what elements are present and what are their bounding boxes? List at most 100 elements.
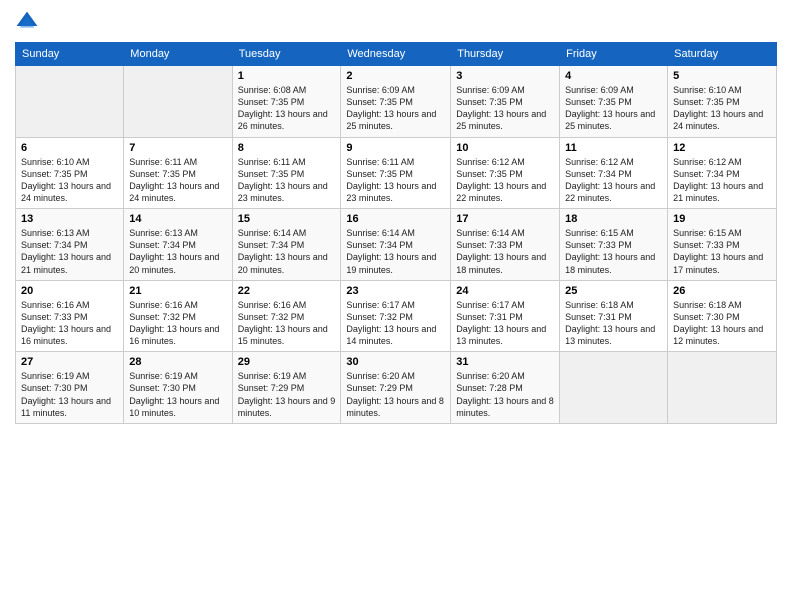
page: SundayMondayTuesdayWednesdayThursdayFrid… <box>0 0 792 612</box>
day-number: 22 <box>238 285 336 297</box>
calendar-cell: 4 Sunrise: 6:09 AM Sunset: 7:35 PM Daylig… <box>560 66 668 138</box>
day-number: 31 <box>456 356 554 368</box>
day-number: 8 <box>238 142 336 154</box>
calendar-cell: 1 Sunrise: 6:08 AM Sunset: 7:35 PM Daylig… <box>232 66 341 138</box>
calendar-cell: 7 Sunrise: 6:11 AM Sunset: 7:35 PM Daylig… <box>124 137 232 209</box>
logo-icon <box>15 10 39 34</box>
calendar: SundayMondayTuesdayWednesdayThursdayFrid… <box>15 42 777 424</box>
day-info: Sunrise: 6:16 AM Sunset: 7:33 PM Dayligh… <box>21 299 118 348</box>
day-number: 17 <box>456 213 554 225</box>
calendar-cell: 13 Sunrise: 6:13 AM Sunset: 7:34 PM Dayli… <box>16 209 124 281</box>
day-number: 28 <box>129 356 226 368</box>
day-info: Sunrise: 6:18 AM Sunset: 7:31 PM Dayligh… <box>565 299 662 348</box>
calendar-cell: 25Sunrise: 6:18 AM Sunset: 7:31 PM Dayli… <box>560 280 668 352</box>
day-info: Sunrise: 6:18 AM Sunset: 7:30 PM Dayligh… <box>673 299 771 348</box>
day-number: 5 <box>673 70 771 82</box>
calendar-cell: 28 Sunrise: 6:19 AM Sunset: 7:30 PM Dayli… <box>124 352 232 424</box>
calendar-week-1: 1 Sunrise: 6:08 AM Sunset: 7:35 PM Daylig… <box>16 66 777 138</box>
day-number: 14 <box>129 213 226 225</box>
day-number: 1 <box>238 70 336 82</box>
calendar-cell: 21Sunrise: 6:16 AM Sunset: 7:32 PM Dayli… <box>124 280 232 352</box>
day-info: Sunrise: 6:15 AM Sunset: 7:33 PM Dayligh… <box>565 227 662 276</box>
header <box>15 10 777 34</box>
day-info: Sunrise: 6:12 AM Sunset: 7:34 PM Dayligh… <box>673 156 771 205</box>
day-number: 24 <box>456 285 554 297</box>
calendar-cell: 22 Sunrise: 6:16 AM Sunset: 7:32 PM Dayli… <box>232 280 341 352</box>
calendar-cell: 12 Sunrise: 6:12 AM Sunset: 7:34 PM Dayli… <box>668 137 777 209</box>
calendar-cell: 10 Sunrise: 6:12 AM Sunset: 7:35 PM Dayli… <box>451 137 560 209</box>
logo <box>15 10 43 34</box>
calendar-cell: 5 Sunrise: 6:10 AM Sunset: 7:35 PM Daylig… <box>668 66 777 138</box>
day-info: Sunrise: 6:19 AM Sunset: 7:29 PM Dayligh… <box>238 370 336 419</box>
day-info: Sunrise: 6:14 AM Sunset: 7:34 PM Dayligh… <box>238 227 336 276</box>
day-number: 21 <box>129 285 226 297</box>
calendar-cell <box>16 66 124 138</box>
day-number: 18 <box>565 213 662 225</box>
day-number: 6 <box>21 142 118 154</box>
day-number: 20 <box>21 285 118 297</box>
day-info: Sunrise: 6:19 AM Sunset: 7:30 PM Dayligh… <box>129 370 226 419</box>
day-info: Sunrise: 6:13 AM Sunset: 7:34 PM Dayligh… <box>21 227 118 276</box>
day-number: 9 <box>346 142 445 154</box>
calendar-cell: 18 Sunrise: 6:15 AM Sunset: 7:33 PM Dayli… <box>560 209 668 281</box>
day-number: 4 <box>565 70 662 82</box>
day-info: Sunrise: 6:13 AM Sunset: 7:34 PM Dayligh… <box>129 227 226 276</box>
calendar-header-row: SundayMondayTuesdayWednesdayThursdayFrid… <box>16 43 777 66</box>
day-info: Sunrise: 6:15 AM Sunset: 7:33 PM Dayligh… <box>673 227 771 276</box>
day-number: 11 <box>565 142 662 154</box>
day-number: 7 <box>129 142 226 154</box>
calendar-cell <box>124 66 232 138</box>
day-info: Sunrise: 6:11 AM Sunset: 7:35 PM Dayligh… <box>346 156 445 205</box>
calendar-cell: 17 Sunrise: 6:14 AM Sunset: 7:33 PM Dayli… <box>451 209 560 281</box>
day-info: Sunrise: 6:20 AM Sunset: 7:29 PM Dayligh… <box>346 370 445 419</box>
calendar-header-tuesday: Tuesday <box>232 43 341 66</box>
day-info: Sunrise: 6:09 AM Sunset: 7:35 PM Dayligh… <box>456 84 554 133</box>
calendar-cell: 29Sunrise: 6:19 AM Sunset: 7:29 PM Dayli… <box>232 352 341 424</box>
calendar-cell: 3 Sunrise: 6:09 AM Sunset: 7:35 PM Daylig… <box>451 66 560 138</box>
calendar-cell: 11 Sunrise: 6:12 AM Sunset: 7:34 PM Dayli… <box>560 137 668 209</box>
day-info: Sunrise: 6:20 AM Sunset: 7:28 PM Dayligh… <box>456 370 554 419</box>
calendar-cell: 19Sunrise: 6:15 AM Sunset: 7:33 PM Dayli… <box>668 209 777 281</box>
day-number: 15 <box>238 213 336 225</box>
calendar-cell: 24Sunrise: 6:17 AM Sunset: 7:31 PM Dayli… <box>451 280 560 352</box>
day-info: Sunrise: 6:08 AM Sunset: 7:35 PM Dayligh… <box>238 84 336 133</box>
day-info: Sunrise: 6:11 AM Sunset: 7:35 PM Dayligh… <box>238 156 336 205</box>
calendar-week-3: 13 Sunrise: 6:13 AM Sunset: 7:34 PM Dayli… <box>16 209 777 281</box>
calendar-header-thursday: Thursday <box>451 43 560 66</box>
day-info: Sunrise: 6:16 AM Sunset: 7:32 PM Dayligh… <box>238 299 336 348</box>
day-number: 26 <box>673 285 771 297</box>
day-number: 3 <box>456 70 554 82</box>
day-info: Sunrise: 6:12 AM Sunset: 7:34 PM Dayligh… <box>565 156 662 205</box>
calendar-cell <box>560 352 668 424</box>
calendar-header-friday: Friday <box>560 43 668 66</box>
day-info: Sunrise: 6:11 AM Sunset: 7:35 PM Dayligh… <box>129 156 226 205</box>
day-number: 10 <box>456 142 554 154</box>
day-number: 2 <box>346 70 445 82</box>
day-info: Sunrise: 6:10 AM Sunset: 7:35 PM Dayligh… <box>21 156 118 205</box>
day-info: Sunrise: 6:10 AM Sunset: 7:35 PM Dayligh… <box>673 84 771 133</box>
calendar-week-2: 6 Sunrise: 6:10 AM Sunset: 7:35 PM Daylig… <box>16 137 777 209</box>
day-info: Sunrise: 6:17 AM Sunset: 7:32 PM Dayligh… <box>346 299 445 348</box>
calendar-cell: 26 Sunrise: 6:18 AM Sunset: 7:30 PM Dayli… <box>668 280 777 352</box>
calendar-cell <box>668 352 777 424</box>
calendar-cell: 31 Sunrise: 6:20 AM Sunset: 7:28 PM Dayli… <box>451 352 560 424</box>
day-number: 30 <box>346 356 445 368</box>
calendar-header-wednesday: Wednesday <box>341 43 451 66</box>
day-number: 12 <box>673 142 771 154</box>
calendar-week-5: 27 Sunrise: 6:19 AM Sunset: 7:30 PM Dayli… <box>16 352 777 424</box>
calendar-header-saturday: Saturday <box>668 43 777 66</box>
day-number: 13 <box>21 213 118 225</box>
day-info: Sunrise: 6:09 AM Sunset: 7:35 PM Dayligh… <box>565 84 662 133</box>
day-number: 16 <box>346 213 445 225</box>
day-info: Sunrise: 6:14 AM Sunset: 7:33 PM Dayligh… <box>456 227 554 276</box>
calendar-cell: 14 Sunrise: 6:13 AM Sunset: 7:34 PM Dayli… <box>124 209 232 281</box>
day-info: Sunrise: 6:09 AM Sunset: 7:35 PM Dayligh… <box>346 84 445 133</box>
calendar-cell: 20 Sunrise: 6:16 AM Sunset: 7:33 PM Dayli… <box>16 280 124 352</box>
calendar-cell: 16 Sunrise: 6:14 AM Sunset: 7:34 PM Dayli… <box>341 209 451 281</box>
calendar-cell: 23Sunrise: 6:17 AM Sunset: 7:32 PM Dayli… <box>341 280 451 352</box>
day-info: Sunrise: 6:14 AM Sunset: 7:34 PM Dayligh… <box>346 227 445 276</box>
day-number: 27 <box>21 356 118 368</box>
calendar-cell: 15 Sunrise: 6:14 AM Sunset: 7:34 PM Dayli… <box>232 209 341 281</box>
calendar-cell: 30 Sunrise: 6:20 AM Sunset: 7:29 PM Dayli… <box>341 352 451 424</box>
day-info: Sunrise: 6:12 AM Sunset: 7:35 PM Dayligh… <box>456 156 554 205</box>
